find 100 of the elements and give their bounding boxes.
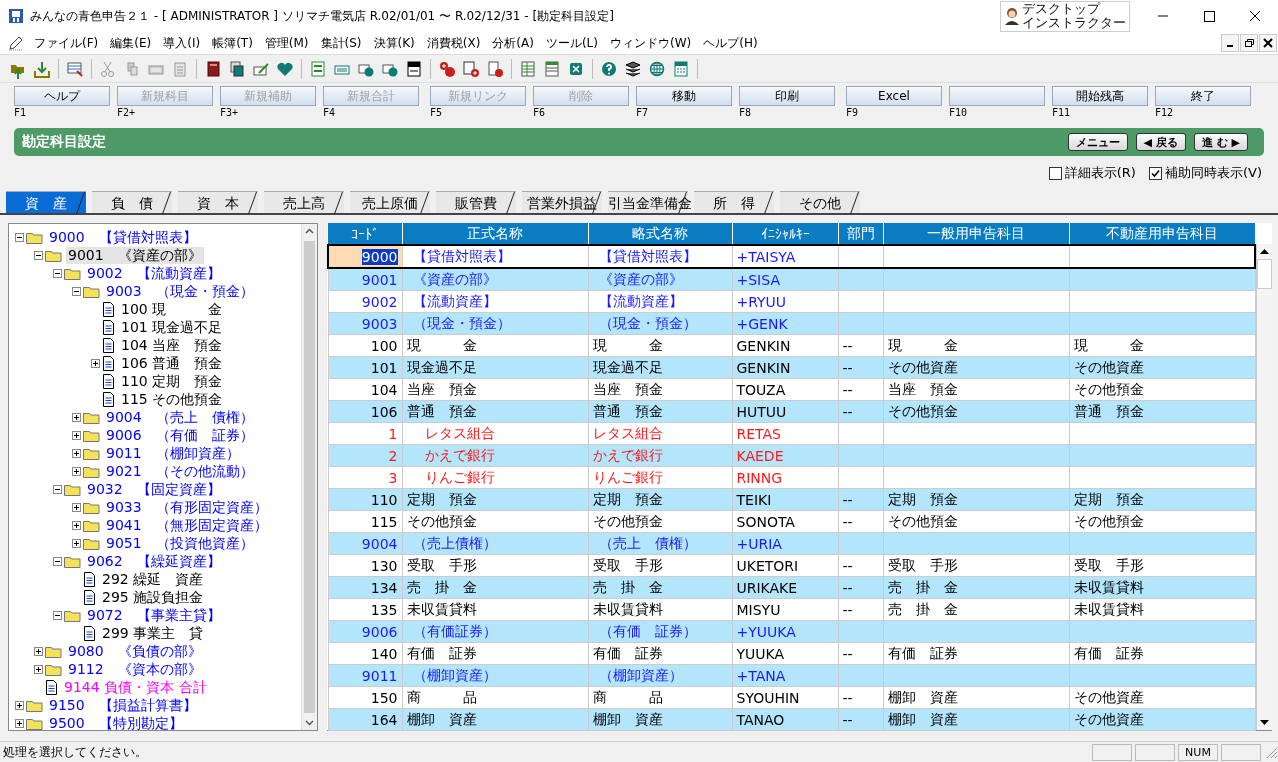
tree-item[interactable]: 9021 （その他流動） [104,462,256,480]
expand-icon[interactable] [71,430,81,440]
column-header[interactable]: ｺｰﾄﾞ [328,223,402,245]
tab[interactable]: 資 産 [6,191,86,213]
tab[interactable]: 所 得 [694,191,774,213]
table-row[interactable]: 110 定期 預金 定期 預金 TEIKI -- 定期 預金 定期 預金 [328,488,1255,511]
tab[interactable]: 売上高 [264,191,344,213]
tree-item[interactable]: 9051 （投資他資産） [104,534,256,552]
menu-item[interactable]: 分析(A) [488,34,542,52]
expand-icon[interactable] [14,700,24,710]
checkbox[interactable] [1048,166,1062,180]
tree-item[interactable]: 110 定期 預金 [119,372,225,390]
function-button[interactable]: 印刷 [739,86,835,106]
tree-item[interactable]: 9004 （売上 債権） [104,408,256,426]
tree-item[interactable]: 100 現 金 [119,300,225,318]
table-row[interactable]: 9001 《資産の部》 《資産の部》 +SISA [328,268,1255,291]
menu-item[interactable]: 導入(I) [159,34,209,52]
table-row[interactable]: 104 当座 預金 当座 預金 TOUZA -- 当座 預金 その他預金 [328,378,1255,401]
checkbox-label[interactable]: 補助同時表示(V) [1164,164,1262,182]
code-cell[interactable]: 9000 [361,248,398,265]
tree-item[interactable]: 104 当座 預金 [119,336,225,354]
tree-item[interactable]: 9150 【損益計算書】 [47,696,199,714]
scroll-thumb[interactable] [1257,259,1272,289]
tab[interactable]: 負 債 [92,191,172,213]
expand-icon[interactable] [71,520,81,530]
layers-icon[interactable] [623,58,643,79]
tree-item[interactable]: 9041 （無形固定資産） [104,516,270,534]
tree-item[interactable]: 9062 【繰延資産】 [85,552,223,570]
table-row[interactable]: 9003 （現金・預金） （現金・預金） +GENK [328,312,1255,335]
tree-item[interactable]: 115 その他預金 [119,390,225,408]
sheet-icon[interactable] [542,58,562,79]
menu-item[interactable]: ヘルプ(H) [699,34,766,52]
tab[interactable]: 売上原価 [350,191,430,213]
tree-item[interactable]: 101 現金過不足 [119,318,225,336]
tree-item[interactable]: 295 施設負担金 [100,588,206,606]
tree-item[interactable]: 9080 《負債の部》 [66,642,204,660]
tree-item[interactable]: 9001 《資産の部》 [66,246,204,264]
resize-grip-icon[interactable] [1264,745,1278,759]
tree-item[interactable]: 9006 （有価 証券） [104,426,256,444]
collapse-icon[interactable] [14,232,24,242]
tree-item[interactable]: 9033 （有形固定資産） [104,498,270,516]
column-header[interactable]: 部門 [838,223,883,245]
menu-item[interactable]: 管理(M) [260,34,317,52]
tree-item[interactable]: 9003 （現金・預金） [104,282,256,300]
table-row[interactable]: 9011 （棚卸資産） （棚卸資産） +TANA [328,664,1255,687]
function-button[interactable]: 開始残高 [1052,86,1148,106]
tree-item[interactable]: 9002 【流動資産】 [85,264,223,282]
menu-item[interactable]: 決算(K) [369,34,423,52]
restore-icon[interactable] [1240,34,1258,52]
function-button[interactable]: 移動 [636,86,732,106]
scrollbar[interactable] [1256,244,1272,730]
collapse-icon[interactable] [52,484,62,494]
expand-icon[interactable] [71,448,81,458]
column-header[interactable]: 不動産用申告科目 [1069,223,1255,245]
table-row[interactable]: 100 現 金 現 金 GENKIN -- 現 金 現 金 [328,334,1255,357]
tab[interactable]: 資 本 [178,191,258,213]
expand-icon[interactable] [33,646,43,656]
tree-item[interactable]: 9072 【事業主貸】 [85,606,223,624]
calendar-add-icon[interactable] [461,58,481,79]
expand-icon[interactable] [14,718,24,728]
tree-item[interactable]: 9000 【貸借対照表】 [47,228,199,246]
collapse-icon[interactable] [71,286,81,296]
table-row[interactable]: 3 りんご銀行 りんご銀行 RINNG [328,466,1255,489]
expand-icon[interactable] [90,358,100,368]
calculator-icon[interactable] [671,58,691,79]
column-header[interactable]: ｲﾆｼｬﾙｷｰ [732,223,838,245]
collapse-icon[interactable] [52,268,62,278]
collapse-icon[interactable] [52,556,62,566]
menu-item[interactable]: ファイル(F) [30,34,107,52]
table-row[interactable]: 1 レタス組合 レタス組合 RETAS [328,422,1255,445]
column-header[interactable]: 正式名称 [402,223,588,245]
table-row[interactable]: 134 売 掛 金 売 掛 金 URIKAKE -- 売 掛 金 未収賃貸料 [328,576,1255,599]
table-row[interactable]: 150 商 品 商 品 SYOUHIN -- 棚卸 資産 その他資産 [328,686,1255,709]
menu-item[interactable]: 帳簿(T) [208,34,261,52]
tab[interactable]: 営業外損益 [522,191,602,213]
function-button[interactable]: 終了 [1155,86,1251,106]
documents-icon[interactable] [227,58,247,79]
table-row[interactable]: 9006 （有価証券） （有価 証券） +YUUKA [328,620,1255,643]
nav-button[interactable]: メニュー [1067,133,1128,151]
scroll-thumb[interactable] [304,241,315,713]
table-row[interactable]: 9004 （売上債権） （売上 債権） +URIA [328,532,1255,555]
table-row[interactable]: 106 普通 預金 普通 預金 HUTUU -- その他預金 普通 預金 [328,400,1255,423]
column-header[interactable]: 略式名称 [588,223,732,245]
function-button[interactable]: ヘルプ [14,86,110,106]
tree-item[interactable]: 9500 【特別勘定】 [47,714,185,730]
checkbox[interactable] [1148,166,1162,180]
minimize-icon[interactable] [1221,34,1239,52]
menu-item[interactable]: 消費税(X) [422,34,489,52]
close-icon[interactable] [1259,34,1277,52]
table-row[interactable]: 101 現金過不足 現金過不足 GENKIN -- その他資産 その他資産 [328,356,1255,379]
checkbox-label[interactable]: 詳細表示(R) [1064,164,1136,182]
expand-icon[interactable] [71,412,81,422]
nav-button[interactable]: 進 む ▶ [1193,133,1248,151]
tree-item[interactable]: 299 事業主 貸 [100,624,206,642]
menu-item[interactable]: 集計(S) [316,34,370,52]
function-button[interactable]: Excel [846,86,942,106]
scrollbar[interactable] [301,224,317,730]
column-header[interactable]: 一般用申告科目 [883,223,1069,245]
table-row[interactable]: 115 その他預金 その他預金 SONOTA -- その他預金 その他預金 [328,510,1255,533]
expand-icon[interactable] [71,502,81,512]
